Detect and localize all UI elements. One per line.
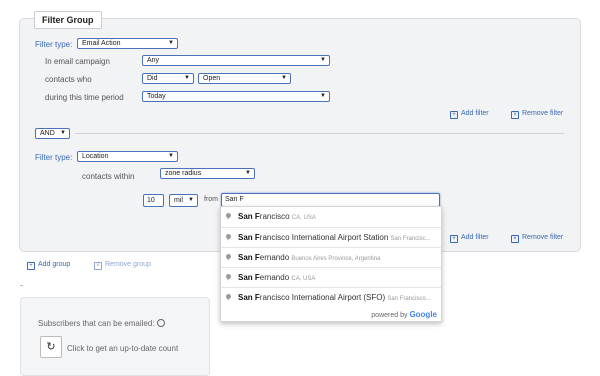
unit-select[interactable]: mil ▼ (169, 194, 198, 207)
unit-value: mil (174, 197, 183, 204)
autocomplete-item[interactable]: San Francisco International Airport (SFO… (221, 287, 441, 308)
remove-filter-link[interactable]: × Remove filter (511, 110, 563, 119)
action-type-select[interactable]: Open ▼ (198, 73, 291, 84)
add-filter-label: Add filter (461, 110, 489, 117)
chevron-down-icon: ▼ (320, 93, 326, 99)
match-text: San F (238, 253, 260, 262)
refresh-icon: ↻ (46, 341, 56, 353)
place-secondary: San Francisco... (387, 296, 431, 302)
action-type-value: Open (203, 75, 221, 82)
match-text: San F (238, 233, 260, 242)
autocomplete-item[interactable]: San Francisco CA, USA (221, 207, 441, 227)
filter-type-value: Email Action (82, 40, 121, 47)
contacts-who-label: contacts who (45, 75, 92, 84)
map-pin-icon (226, 213, 231, 220)
map-pin-icon (226, 254, 231, 261)
chevron-down-icon: ▼ (245, 170, 251, 176)
remove-group-link[interactable]: × Remove group (94, 261, 151, 270)
chevron-down-icon: ▼ (168, 153, 174, 159)
subscribers-label-text: Subscribers that can be emailed: (38, 319, 155, 328)
time-period-label: during this time period (45, 93, 124, 102)
clock-icon (156, 319, 165, 327)
powered-by-google: powered by Google (371, 310, 437, 319)
plus-icon: + (450, 235, 458, 243)
place-secondary: CA, USA (291, 215, 316, 221)
autocomplete-dropdown: San Francisco CA, USA San Francisco Inte… (220, 206, 442, 322)
place-name: rancisco International Airport (SFO) (259, 293, 386, 302)
plus-icon: + (450, 111, 458, 119)
zone-radius-value: zone radius (165, 170, 202, 177)
connector-select[interactable]: AND ▼ (35, 128, 70, 139)
time-period-value: Today (147, 93, 166, 100)
powered-by-label: powered by (371, 312, 408, 319)
match-text: San F (238, 293, 260, 302)
autocomplete-item[interactable]: San Fernando CA, USA (221, 267, 441, 288)
location-input-value: San F (225, 196, 244, 203)
place-secondary: CA, USA (291, 276, 316, 282)
chevron-down-icon: ▼ (60, 130, 66, 136)
place-name: rancisco International Airport Station (259, 233, 389, 242)
chevron-down-icon: ▼ (184, 75, 190, 81)
connector-divider (75, 133, 564, 134)
place-name: ernando (259, 273, 290, 282)
chevron-down-icon: ▼ (168, 40, 174, 46)
add-filter-link[interactable]: + Add filter (450, 110, 489, 119)
chevron-down-icon: ▼ (188, 197, 194, 203)
plus-icon: + (27, 262, 35, 270)
filter-type-select-2[interactable]: Location ▼ (77, 151, 178, 162)
filter-type-select[interactable]: Email Action ▼ (77, 38, 178, 49)
location-input[interactable]: San F (221, 193, 440, 207)
refresh-count-text: Click to get an up-to-date count (67, 344, 179, 353)
add-group-link[interactable]: + Add group (27, 261, 70, 270)
radius-value: 10 (147, 197, 155, 204)
chevron-down-icon: ▼ (281, 75, 287, 81)
place-secondary: Buenos Aires Province, Argentina (291, 256, 381, 262)
time-period-select[interactable]: Today ▼ (142, 91, 330, 102)
map-pin-icon (226, 234, 231, 241)
action-did-value: Did (147, 75, 158, 82)
filter-type-value-2: Location (82, 153, 109, 160)
google-logo: Google (409, 310, 437, 319)
close-icon: × (511, 235, 519, 243)
chevron-down-icon: ▼ (320, 57, 326, 63)
connector-value: AND (40, 130, 55, 137)
filter-type-label-2: Filter type: (35, 153, 73, 162)
from-label: from (204, 196, 218, 203)
place-name: ernando (259, 253, 290, 262)
refresh-button[interactable]: ↻ (40, 336, 62, 358)
email-campaign-label: In email campaign (45, 57, 110, 66)
zone-radius-select[interactable]: zone radius ▼ (160, 168, 255, 179)
filter-type-label: Filter type: (35, 40, 73, 49)
map-pin-icon (226, 294, 231, 301)
divider-dash (20, 285, 23, 286)
add-filter-link-2[interactable]: + Add filter (450, 234, 489, 243)
email-campaign-select[interactable]: Any ▼ (142, 55, 330, 66)
remove-filter-label-2: Remove filter (522, 234, 564, 241)
add-filter-label-2: Add filter (461, 234, 489, 241)
remove-group-label: Remove group (105, 261, 151, 268)
email-campaign-value: Any (147, 57, 160, 64)
place-name: rancisco (259, 212, 290, 221)
close-icon: × (94, 262, 102, 270)
filter-group-title: Filter Group (34, 11, 102, 29)
close-icon: × (511, 111, 519, 119)
radius-input[interactable]: 10 (143, 194, 164, 207)
remove-filter-link-2[interactable]: × Remove filter (511, 234, 563, 243)
match-text: San F (238, 212, 260, 221)
subscribers-label: Subscribers that can be emailed: (38, 319, 165, 328)
remove-filter-label: Remove filter (522, 110, 564, 117)
place-secondary: San Francisc... (390, 236, 431, 242)
action-did-select[interactable]: Did ▼ (142, 73, 194, 84)
contacts-within-label: contacts within (82, 172, 135, 181)
map-pin-icon (226, 274, 231, 281)
autocomplete-item[interactable]: San Francisco International Airport Stat… (221, 227, 441, 248)
match-text: San F (238, 273, 260, 282)
autocomplete-item[interactable]: San Fernando Buenos Aires Province, Arge… (221, 247, 441, 268)
add-group-label: Add group (38, 261, 71, 268)
